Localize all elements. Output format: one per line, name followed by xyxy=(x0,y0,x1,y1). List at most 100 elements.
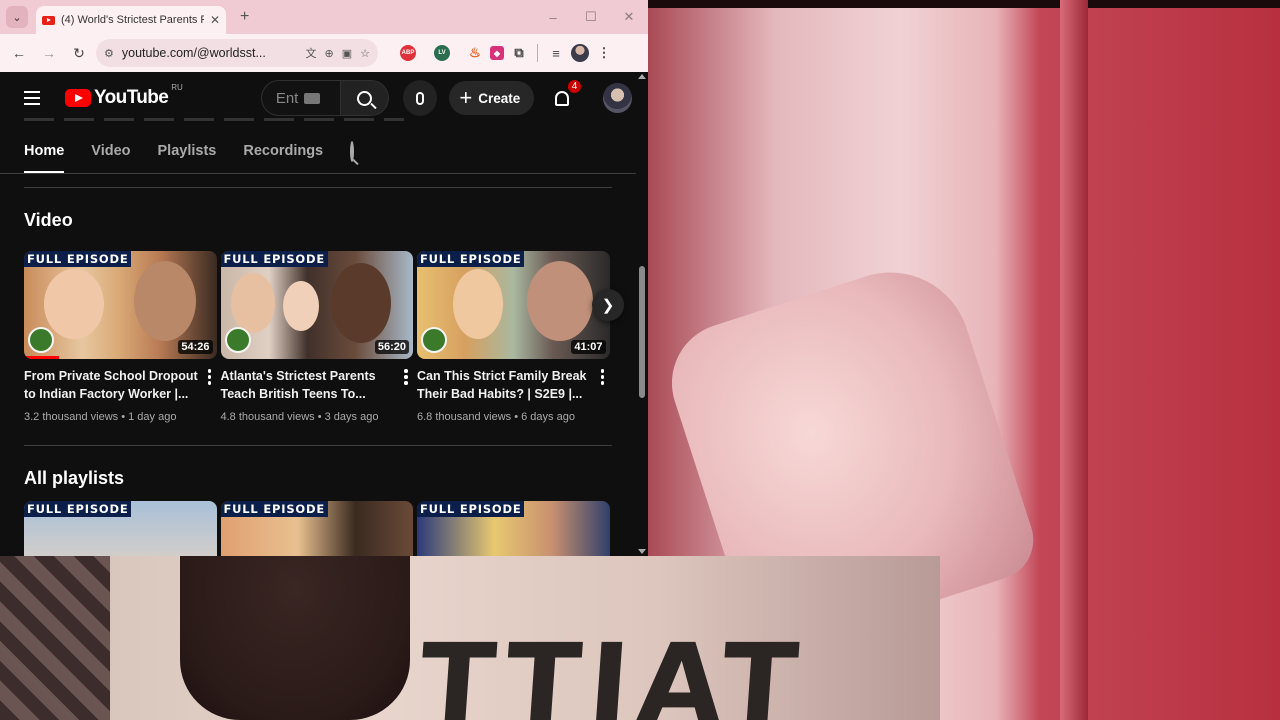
full-episode-badge: FULL EPISODE xyxy=(417,251,525,267)
browser-menu-icon[interactable]: ⋮ xyxy=(593,42,615,64)
keyboard-icon[interactable] xyxy=(304,92,321,104)
tab-playlists[interactable]: Playlists xyxy=(158,143,217,173)
thumbnail-face xyxy=(282,281,319,331)
user-avatar[interactable] xyxy=(603,83,633,113)
site-info-icon[interactable]: ⚙ xyxy=(104,47,114,60)
video-title-line[interactable]: Teach British Teens To... xyxy=(221,385,400,403)
playlist-card[interactable]: FULL EPISODE xyxy=(417,501,610,556)
thumbnail-face xyxy=(453,269,503,339)
extensions-puzzle-icon[interactable]: ⧉ xyxy=(508,42,530,64)
youtube-play-icon xyxy=(65,89,92,107)
video-title-line[interactable]: Atlanta's Strictest Parents xyxy=(221,367,400,385)
page-scrollbar[interactable] xyxy=(637,72,647,556)
more-options-icon[interactable] xyxy=(399,367,413,423)
address-bar[interactable]: ⚙ youtube.com/@worldsst... 文 ⊕ ▣ ☆ xyxy=(96,39,378,67)
full-episode-badge: FULL EPISODE xyxy=(417,501,525,517)
scroll-up-arrow-icon[interactable] xyxy=(638,74,646,79)
translate-icon[interactable]: 文 xyxy=(306,45,317,61)
voice-search-button[interactable] xyxy=(402,80,438,116)
playlist-thumbnail[interactable]: FULL EPISODE xyxy=(417,501,610,556)
forward-arrow-icon[interactable]: → xyxy=(36,40,62,66)
url-text: youtube.com/@worldsst... xyxy=(121,46,266,60)
more-options-icon[interactable] xyxy=(203,367,217,423)
tab-video[interactable]: Video xyxy=(91,143,130,173)
minimize-button[interactable]: – xyxy=(534,10,572,25)
search-input[interactable]: Ent xyxy=(260,80,341,116)
zoom-icon[interactable]: ⊕ xyxy=(325,47,334,60)
back-arrow-icon[interactable]: ← xyxy=(6,40,32,66)
youtube-wordmark: YouTube xyxy=(94,87,169,108)
bell-shape xyxy=(554,90,569,106)
youtube-favicon-icon xyxy=(42,15,55,25)
full-episode-badge: FULL EPISODE xyxy=(24,251,132,267)
more-options-icon[interactable] xyxy=(596,367,610,423)
adblock-extension-icon[interactable]: ABP xyxy=(400,45,416,61)
video-duration: 41:07 xyxy=(571,340,606,354)
playlists-shelf: FULL EPISODE FULL EPISODE FULL EPISODE xyxy=(24,501,624,556)
pink-extension-icon[interactable]: ◆ xyxy=(490,46,504,60)
maximize-button[interactable]: ☐ xyxy=(572,9,610,25)
profile-avatar-small[interactable] xyxy=(571,44,589,62)
video-title-line[interactable]: From Private School Dropout xyxy=(24,367,203,385)
thumbnail-face xyxy=(527,261,593,341)
playlist-card[interactable]: FULL EPISODE xyxy=(220,501,413,556)
tab-title: (4) World's Strictest Parents Full xyxy=(61,14,204,26)
video-card[interactable]: FULL EPISODE 56:20 Atlanta's Strictest P… xyxy=(220,251,413,423)
channel-logo-badge xyxy=(224,327,251,353)
channel-logo-badge xyxy=(421,327,447,353)
background-blanket xyxy=(0,556,110,720)
video-thumbnail[interactable]: FULL EPISODE 56:20 xyxy=(220,251,413,359)
notifications-bell-icon[interactable]: 4 xyxy=(550,80,582,110)
video-card[interactable]: FULL EPISODE 54:26 From Private School D… xyxy=(24,251,217,423)
thumbnail-face xyxy=(330,263,391,343)
background-hair xyxy=(180,556,410,720)
background-door xyxy=(1060,0,1088,720)
reload-icon[interactable]: ↻ xyxy=(66,40,92,66)
thumbnail-face xyxy=(134,261,196,341)
search-icon xyxy=(356,90,372,106)
channel-search-icon xyxy=(350,141,355,162)
playlist-thumbnail[interactable]: FULL EPISODE xyxy=(24,501,217,556)
browser-toolbar: ← → ↻ ⚙ youtube.com/@worldsst... 文 ⊕ ▣ ☆… xyxy=(0,34,648,72)
full-episode-badge: FULL EPISODE xyxy=(220,251,328,267)
youtube-header: YouTube RU Ent + Create 4 xyxy=(0,72,648,124)
shirt-print-text: TTIAT xyxy=(415,620,810,720)
thumbnail-face xyxy=(230,273,275,333)
media-controls-icon[interactable]: ≡ xyxy=(545,42,567,64)
scrollbar-thumb[interactable] xyxy=(639,266,645,398)
video-duration: 56:20 xyxy=(374,340,409,354)
video-card[interactable]: FULL EPISODE 41:07 Can This Strict Famil… xyxy=(417,251,610,423)
new-tab-button[interactable]: + xyxy=(240,8,249,26)
browser-tab[interactable]: (4) World's Strictest Parents Full ✕ xyxy=(36,6,226,34)
window-controls: – ☐ ✕ xyxy=(534,0,648,34)
install-app-icon[interactable]: ▣ xyxy=(342,47,352,60)
tab-search-chevron-icon[interactable]: ⌄ xyxy=(6,6,28,28)
video-thumbnail[interactable]: FULL EPISODE 41:07 xyxy=(417,251,610,359)
youtube-logo[interactable]: YouTube RU xyxy=(65,83,183,109)
video-title-line[interactable]: Can This Strict Family Break xyxy=(417,367,596,385)
close-window-button[interactable]: ✕ xyxy=(610,9,648,25)
section-divider xyxy=(24,187,612,188)
playlist-thumbnail[interactable]: FULL EPISODE xyxy=(220,501,413,556)
video-section-title: Video xyxy=(24,210,73,230)
section-divider xyxy=(24,445,612,446)
tab-recordings[interactable]: Recordings xyxy=(243,143,323,173)
channel-search-button[interactable] xyxy=(350,141,355,162)
lv-extension-icon[interactable]: LV xyxy=(434,45,450,61)
tab-home[interactable]: Home xyxy=(24,143,65,173)
hamburger-menu-icon[interactable] xyxy=(16,82,47,114)
search-button[interactable] xyxy=(340,80,389,116)
watch-progress-bar xyxy=(24,356,59,359)
video-title-line[interactable]: Their Bad Habits? | S2E9 |... xyxy=(417,385,596,403)
close-tab-icon[interactable]: ✕ xyxy=(210,13,220,27)
create-button[interactable]: + Create xyxy=(449,81,535,115)
scroll-down-arrow-icon[interactable] xyxy=(638,549,646,554)
channel-header-remnant xyxy=(24,118,404,121)
playlist-card[interactable]: FULL EPISODE xyxy=(24,501,217,556)
fire-extension-icon[interactable]: ♨ xyxy=(464,42,486,64)
video-stats: 6.8 thousand views • 6 days ago xyxy=(417,411,575,423)
video-title-line[interactable]: to Indian Factory Worker |... xyxy=(24,385,203,403)
video-thumbnail[interactable]: FULL EPISODE 54:26 xyxy=(24,251,217,359)
bookmark-star-icon[interactable]: ☆ xyxy=(360,47,370,60)
shelf-next-arrow-icon[interactable]: ❯ xyxy=(592,289,624,321)
